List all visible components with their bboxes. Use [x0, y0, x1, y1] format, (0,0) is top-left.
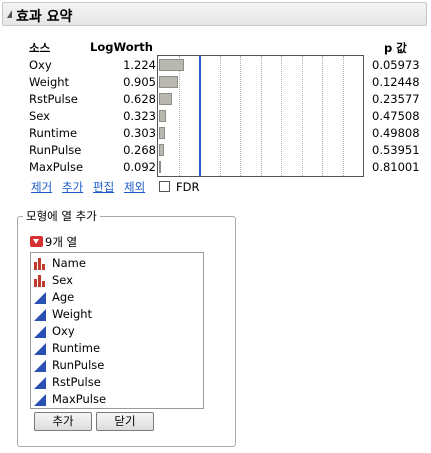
continuous-icon: [34, 309, 46, 321]
column-list-item[interactable]: RstPulse: [34, 375, 199, 391]
row-source-label: RstPulse: [29, 92, 78, 106]
row-p-value: 0.47508: [372, 109, 420, 123]
source-column-header: 소스: [29, 41, 51, 55]
column-list-item[interactable]: Age: [34, 290, 199, 306]
chart-gridline: [343, 56, 344, 176]
logworth-bar-chart: [157, 55, 364, 177]
p-value-column-header: p 값: [384, 41, 407, 55]
column-list-item[interactable]: Runtime: [34, 341, 199, 357]
row-logworth-value: 0.628: [123, 92, 156, 106]
column-name: RstPulse: [52, 375, 101, 389]
edit-link[interactable]: 편집: [93, 179, 114, 195]
continuous-icon: [34, 326, 46, 338]
continuous-icon: [34, 360, 46, 372]
continuous-icon: [34, 292, 46, 304]
add-link[interactable]: 추가: [62, 179, 83, 195]
column-name: Oxy: [52, 324, 75, 338]
column-list-item[interactable]: Sex: [34, 273, 199, 289]
column-name: Sex: [52, 273, 73, 287]
column-list-item[interactable]: Name: [34, 256, 199, 272]
column-name: Runtime: [52, 341, 101, 355]
column-name: MaxPulse: [52, 392, 107, 406]
fdr-checkbox[interactable]: [159, 181, 170, 192]
chart-gridline: [302, 56, 303, 176]
continuous-icon: [34, 377, 46, 389]
row-logworth-value: 0.268: [123, 143, 156, 157]
chart-gridline: [322, 56, 323, 176]
add-columns-legend: 모형에 열 추가: [23, 208, 100, 224]
chart-gridline: [281, 56, 282, 176]
nominal-icon: [34, 275, 46, 287]
row-p-value: 0.05973: [372, 58, 420, 72]
row-p-value: 0.23577: [372, 92, 420, 106]
column-list-item[interactable]: MaxPulse: [34, 392, 199, 408]
column-list-item[interactable]: Oxy: [34, 324, 199, 340]
row-source-label: RunPulse: [29, 143, 82, 157]
row-logworth-value: 0.905: [123, 75, 156, 89]
row-logworth-value: 0.303: [123, 126, 156, 140]
disclosure-triangle-icon[interactable]: [7, 10, 12, 18]
row-source-label: Runtime: [29, 126, 78, 140]
column-list-item[interactable]: Weight: [34, 307, 199, 323]
row-p-value: 0.53951: [372, 143, 420, 157]
close-button[interactable]: 닫기: [96, 412, 154, 431]
row-logworth-value: 1.224: [123, 58, 156, 72]
column-menu-icon[interactable]: [30, 236, 43, 247]
fdr-label: FDR: [176, 180, 200, 194]
chart-bar-weight: [159, 76, 178, 88]
row-source-label: MaxPulse: [29, 160, 84, 174]
row-p-value: 0.49808: [372, 126, 420, 140]
column-name: RunPulse: [52, 358, 105, 372]
logworth-column-header: LogWorth: [90, 40, 153, 54]
chart-gridline: [220, 56, 221, 176]
chart-bar-maxpulse: [159, 161, 161, 173]
column-list-item[interactable]: RunPulse: [34, 358, 199, 374]
chart-gridline: [179, 56, 180, 176]
row-source-label: Oxy: [29, 58, 52, 72]
chart-bar-sex: [159, 110, 166, 122]
chart-bar-runpulse: [159, 144, 164, 156]
section-title: 효과 요약: [16, 9, 73, 25]
chart-gridline: [240, 56, 241, 176]
column-list[interactable]: Name Sex Age Weight Oxy Runtime RunPulse RstPul…: [30, 252, 204, 409]
column-name: Weight: [52, 307, 93, 321]
nominal-icon: [34, 258, 46, 270]
column-count-label: 9개 열: [45, 235, 78, 249]
row-logworth-value: 0.092: [123, 160, 156, 174]
row-source-label: Sex: [29, 109, 50, 123]
column-name: Name: [52, 256, 86, 270]
effect-summary-header[interactable]: 효과 요약: [2, 2, 427, 26]
remove-link[interactable]: 제거: [31, 179, 52, 195]
chart-bar-runtime: [159, 127, 165, 139]
column-name: Age: [52, 290, 75, 304]
add-button[interactable]: 추가: [34, 412, 92, 431]
continuous-icon: [34, 394, 46, 406]
row-logworth-value: 0.323: [123, 109, 156, 123]
row-source-label: Weight: [29, 75, 70, 89]
row-p-value: 0.81001: [372, 160, 420, 174]
chart-bar-rstpulse: [159, 93, 172, 105]
chart-reference-line: [199, 56, 201, 176]
chart-gridline: [261, 56, 262, 176]
exclude-link[interactable]: 제외: [124, 179, 145, 195]
continuous-icon: [34, 343, 46, 355]
chart-bar-oxy: [159, 59, 184, 71]
row-p-value: 0.12448: [372, 75, 420, 89]
